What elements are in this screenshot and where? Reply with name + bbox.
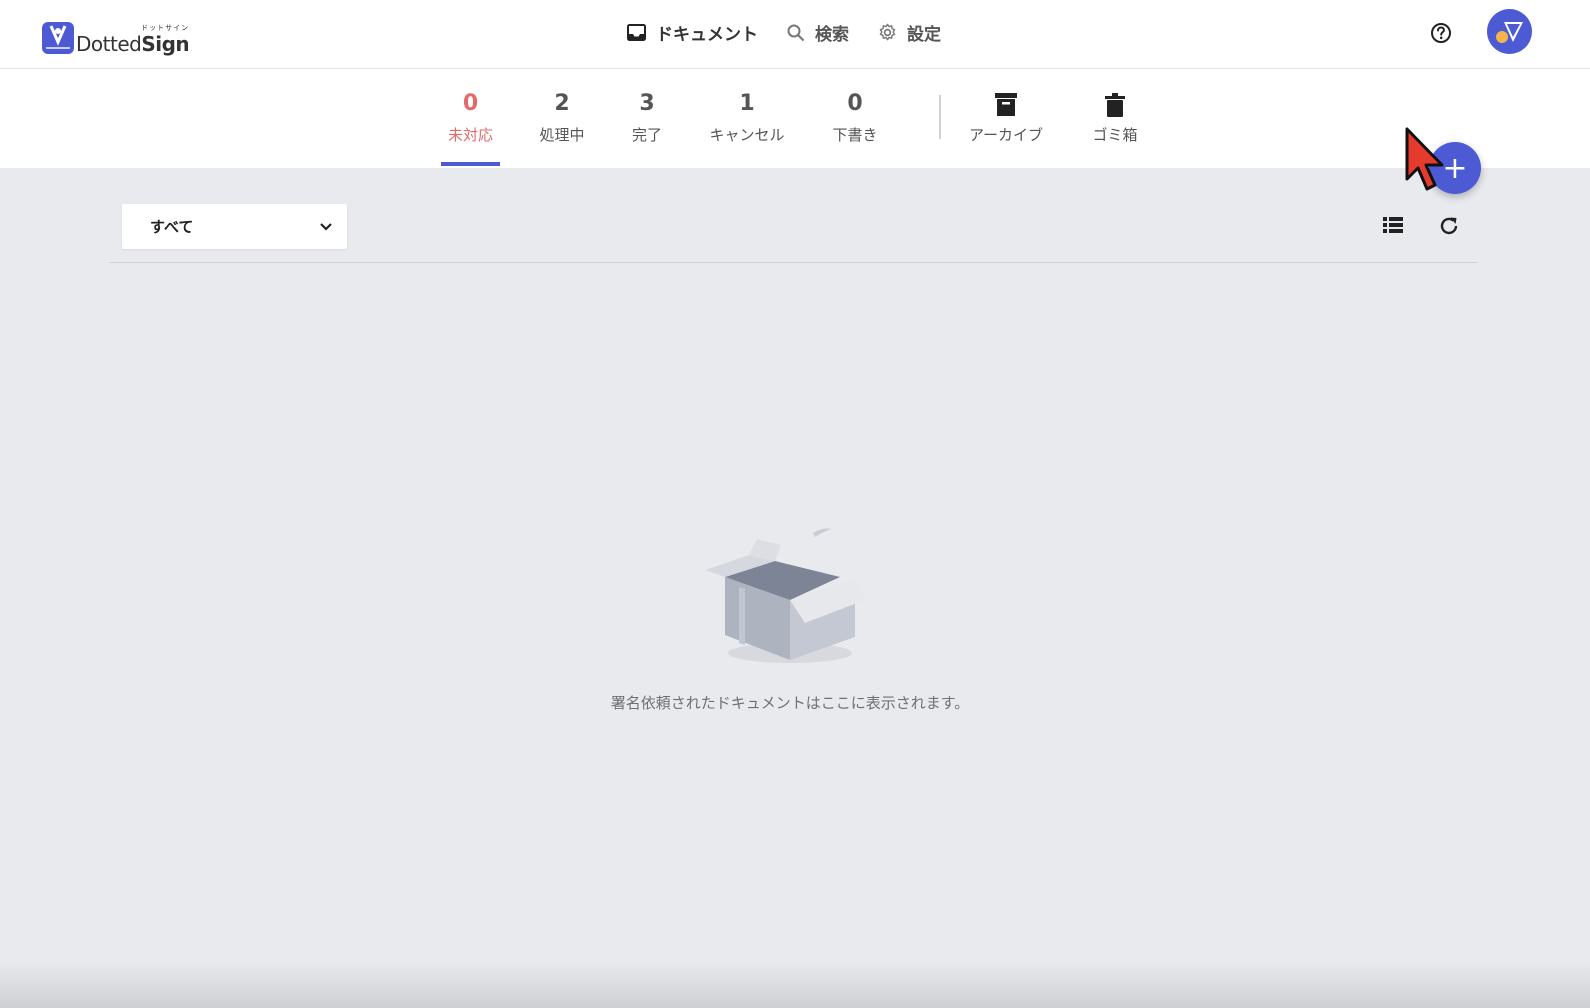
nav-documents[interactable]: ドキュメント [627, 20, 758, 45]
search-icon [787, 24, 805, 41]
logo-wordmark: DottedSign [76, 32, 190, 56]
nav-settings[interactable]: 設定 [878, 20, 941, 45]
help-button[interactable] [1430, 22, 1452, 44]
tab-label: 完了 [631, 126, 662, 144]
tab-count: 0 [847, 91, 863, 116]
refresh-button[interactable] [1438, 215, 1460, 241]
toolbar-divider [109, 262, 1477, 263]
mouse-cursor-icon [1405, 127, 1444, 191]
nav-settings-label: 設定 [907, 25, 941, 45]
list-icon [1383, 217, 1403, 233]
nav-search-label: 検索 [815, 25, 849, 45]
inbox-icon [627, 24, 646, 41]
tab-label: 処理中 [539, 126, 585, 144]
list-view-button[interactable] [1383, 217, 1403, 237]
tab-label: アーカイブ [968, 126, 1044, 144]
question-icon [1431, 23, 1451, 43]
tab-drafts[interactable]: 0 下書き [822, 91, 888, 145]
tab-count: 3 [639, 91, 655, 116]
archive-icon [995, 93, 1017, 116]
tab-label: 下書き [832, 126, 878, 144]
status-filter-select[interactable]: すべて [122, 204, 347, 249]
main-nav: ドキュメント 検索 設定 [627, 20, 970, 45]
chevron-down-icon [320, 222, 332, 231]
nav-search[interactable]: 検索 [787, 20, 849, 45]
tab-trash[interactable]: ゴミ箱 [1084, 91, 1146, 145]
logo-mark-icon [42, 22, 74, 54]
dottedsign-logo[interactable]: ドットサイン DottedSign [42, 14, 190, 56]
tab-action-required[interactable]: 0 未対応 [441, 91, 500, 145]
filter-selected-value: すべて [150, 218, 194, 236]
tab-label: 未対応 [447, 126, 493, 144]
refresh-icon [1440, 217, 1458, 235]
tabs-divider [939, 95, 941, 139]
logo-kana: ドットサイン [141, 24, 190, 32]
tab-in-progress[interactable]: 2 処理中 [532, 91, 592, 145]
tab-cancelled[interactable]: 1 キャンセル [702, 91, 792, 145]
tab-count: 1 [739, 91, 755, 116]
tab-count: 0 [462, 91, 479, 116]
empty-box-illustration [705, 528, 865, 663]
tab-label: キャンセル [709, 126, 785, 144]
gear-icon [879, 23, 896, 41]
tab-completed[interactable]: 3 完了 [622, 91, 672, 145]
top-header: ドットサイン DottedSign ドキュメント 検索 設定 [0, 0, 1590, 69]
status-tabs-bar: 0 未対応 2 処理中 3 完了 1 キャンセル 0 下書き アーカイブ ゴミ箱 [0, 69, 1590, 168]
tab-archive[interactable]: アーカイブ [963, 91, 1049, 145]
user-avatar[interactable] [1487, 9, 1532, 54]
tab-label: ゴミ箱 [1092, 126, 1138, 144]
bottom-fade [0, 960, 1590, 1008]
active-tab-indicator [441, 162, 500, 166]
trash-icon [1105, 93, 1125, 117]
tab-count: 2 [554, 91, 570, 116]
empty-state-message: 署名依頼されたドキュメントはここに表示されます。 [610, 694, 970, 712]
nav-documents-label: ドキュメント [656, 25, 758, 45]
